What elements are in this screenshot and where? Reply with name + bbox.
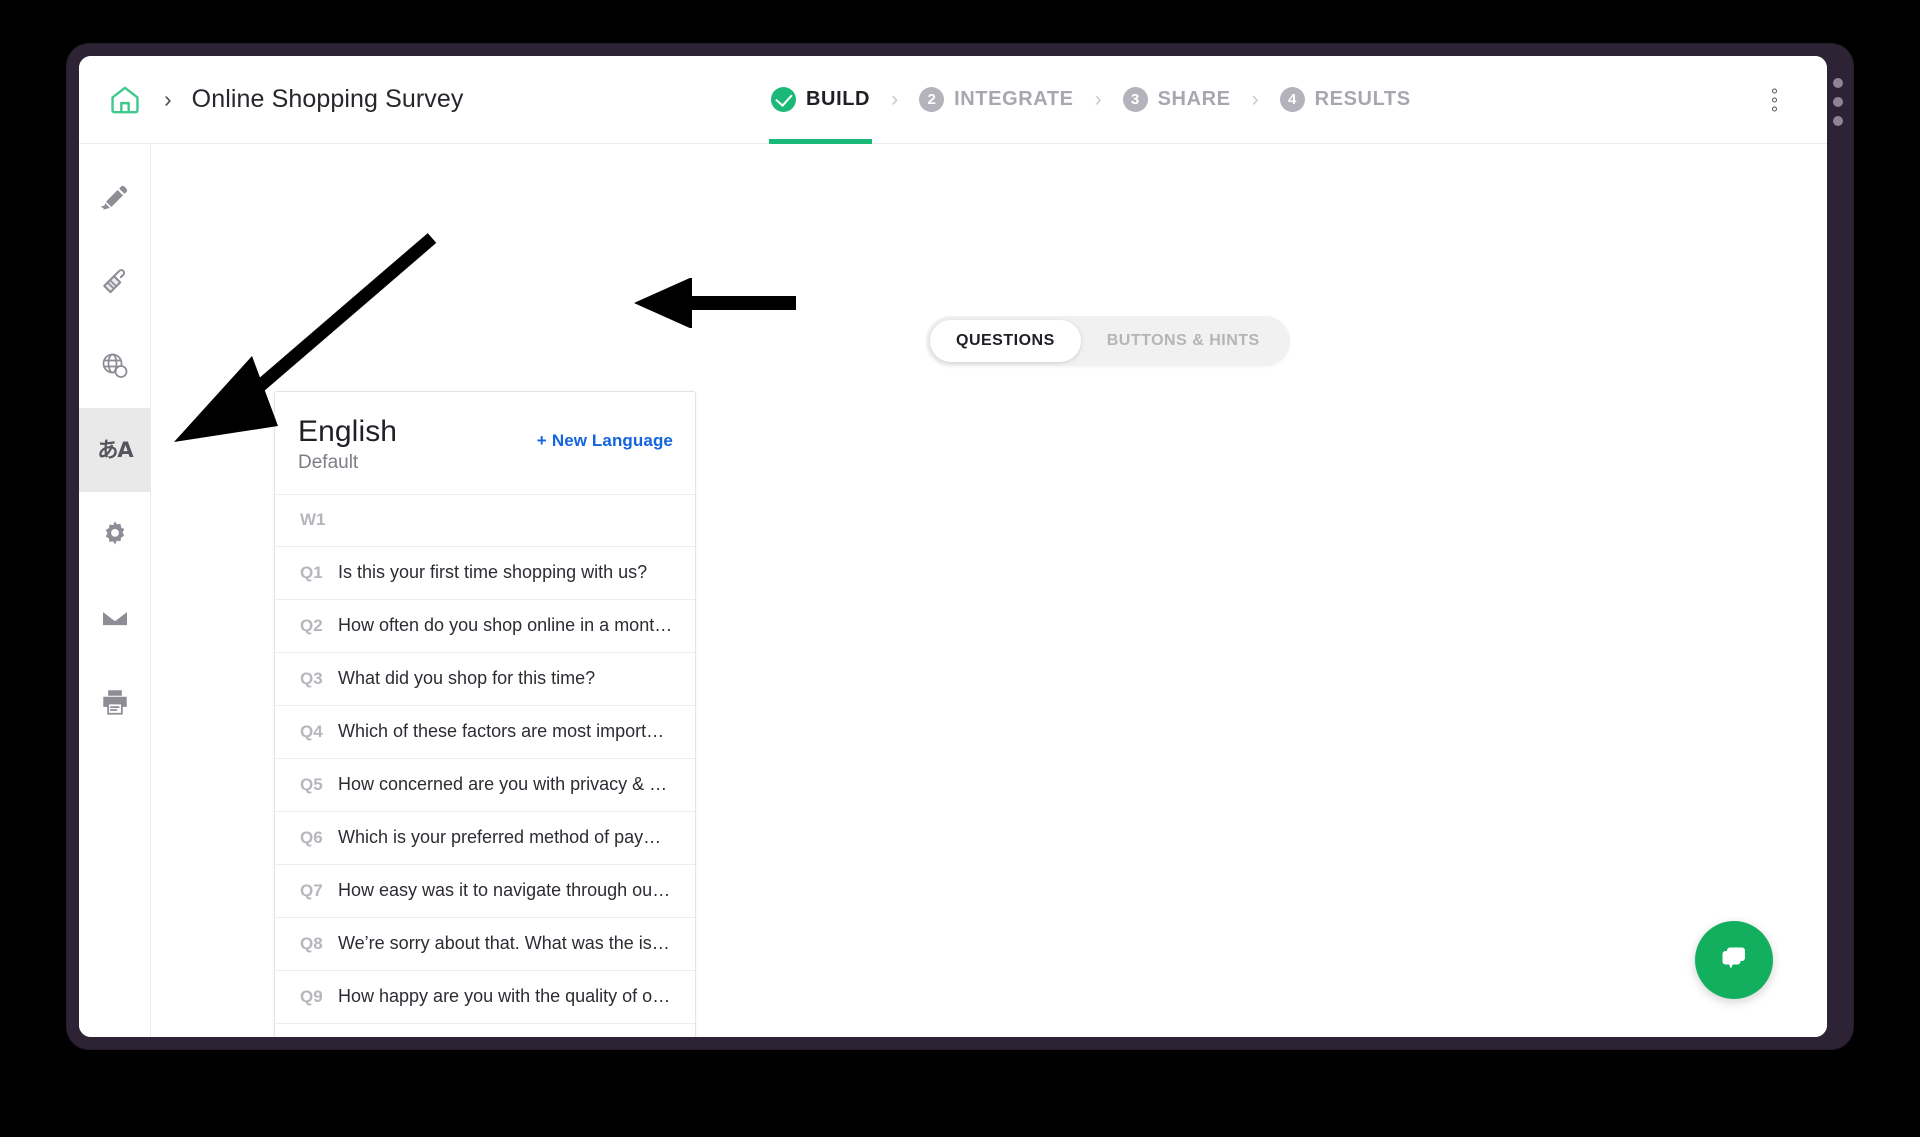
sidebar-item-print[interactable] [79, 660, 151, 744]
step-integrate-label: INTEGRATE [954, 88, 1074, 110]
frame-side-dots [1831, 78, 1845, 126]
step-results[interactable]: 4 RESULTS [1278, 56, 1413, 144]
list-item[interactable]: Q4 Which of these factors are most impor… [275, 706, 695, 759]
sidebar-item-theme[interactable] [79, 240, 151, 324]
row-text: How concerned are you with privacy & sec… [338, 774, 673, 795]
row-code: Q1 [300, 562, 323, 582]
step-share[interactable]: 3 SHARE [1121, 56, 1233, 144]
body-area: あA QUESTIONS BUTTONS & HINTS English Def… [79, 144, 1827, 1037]
breadcrumb: › Online Shopping Survey [79, 83, 464, 117]
app-window: › Online Shopping Survey BUILD › 2 INTEG… [79, 56, 1827, 1037]
step-share-badge: 3 [1122, 87, 1148, 112]
main-content: QUESTIONS BUTTONS & HINTS English Defaul… [151, 144, 1827, 1037]
row-text: Is this your first time shopping with us… [338, 562, 648, 583]
list-item[interactable]: Q6 Which is your preferred method of pay… [275, 812, 695, 865]
row-text: How easy was it to navigate through our … [338, 880, 673, 901]
language-name: English [298, 415, 398, 448]
row-code: Q7 [300, 880, 323, 900]
step-separator: › [891, 88, 899, 111]
step-build[interactable]: BUILD [769, 56, 873, 144]
step-integrate[interactable]: 2 INTEGRATE [917, 56, 1075, 144]
row-text: How happy are you with the quality of ou… [338, 986, 673, 1007]
kebab-dot [1772, 106, 1777, 111]
kebab-dot [1772, 88, 1777, 93]
language-card-header: English Default + New Language [275, 392, 695, 495]
kebab-dot [1772, 97, 1777, 102]
gear-icon [100, 519, 130, 549]
row-code: Q3 [300, 668, 323, 688]
language-card: English Default +New Language W1 Q1 Is [274, 391, 696, 1037]
list-item[interactable]: Q2 How often do you shop online in a mon… [275, 600, 695, 653]
step-results-label: RESULTS [1314, 88, 1411, 110]
row-code: Q2 [300, 615, 323, 635]
list-item[interactable]: Q9 How happy are you with the quality of… [275, 971, 695, 1024]
list-item[interactable]: Q1 Is this your first time shopping with… [275, 547, 695, 600]
plus-icon: + [536, 431, 547, 450]
row-code: Q9 [300, 986, 323, 1006]
language-default-label: Default [298, 451, 359, 473]
top-bar: › Online Shopping Survey BUILD › 2 INTEG… [79, 56, 1827, 144]
sidebar-rail: あA [79, 144, 151, 1037]
chat-bubble-icon [1714, 938, 1754, 983]
sidebar-item-domain[interactable] [79, 324, 151, 408]
envelope-icon [100, 603, 130, 633]
sidebar-item-translate[interactable]: あA [79, 408, 151, 492]
step-share-label: SHARE [1157, 88, 1231, 110]
step-separator: › [1094, 88, 1102, 111]
step-build-label: BUILD [806, 88, 871, 110]
new-language-label: New Language [551, 431, 673, 450]
home-icon[interactable] [108, 83, 142, 117]
sidebar-item-settings[interactable] [79, 492, 151, 576]
globe-icon [100, 351, 130, 381]
translate-icon: あA [97, 437, 133, 462]
row-text: What did you shop for this time? [338, 668, 596, 689]
row-text: Which of these factors are most importan… [338, 721, 673, 742]
pencil-edit-icon [100, 183, 130, 213]
frame-dot [1833, 116, 1843, 126]
list-item[interactable]: Q5 How concerned are you with privacy & … [275, 759, 695, 812]
new-language-button[interactable]: + New Language [537, 431, 673, 451]
row-code: Q5 [300, 774, 323, 794]
frame-dot [1833, 78, 1843, 88]
row-code: Q6 [300, 827, 323, 847]
row-text: Which is your preferred method of paymen… [338, 827, 673, 848]
step-build-badge [771, 87, 796, 112]
row-text: How often do you shop online in a month? [338, 615, 673, 636]
view-toggle: QUESTIONS BUTTONS & HINTS [926, 316, 1290, 366]
list-item[interactable]: Q3 What did you shop for this time? [275, 653, 695, 706]
breadcrumb-separator: › [164, 86, 172, 112]
sidebar-item-email[interactable] [79, 576, 151, 660]
row-code: W1 [300, 510, 326, 530]
row-text: We’re sorry about that. What was the iss… [338, 933, 673, 954]
row-code: Q8 [300, 933, 323, 953]
language-name-block: English Default [298, 416, 397, 474]
device-frame: › Online Shopping Survey BUILD › 2 INTEG… [67, 44, 1853, 1049]
frame-dot [1833, 97, 1843, 107]
page-title: Online Shopping Survey [191, 85, 464, 113]
row-code: Q4 [300, 721, 323, 741]
list-item[interactable]: Q10 Almost there… How satisfied are you … [275, 1024, 695, 1037]
printer-icon [100, 687, 130, 717]
list-item[interactable]: Q7 How easy was it to navigate through o… [275, 865, 695, 918]
tab-questions[interactable]: QUESTIONS [930, 320, 1081, 362]
step-separator: › [1251, 88, 1259, 111]
paint-brush-icon [100, 267, 130, 297]
step-results-badge: 4 [1279, 87, 1305, 112]
list-item[interactable]: W1 [275, 495, 695, 547]
kebab-menu-icon[interactable] [1768, 84, 1781, 115]
chat-widget-button[interactable] [1695, 921, 1773, 999]
sidebar-item-edit[interactable] [79, 156, 151, 240]
step-navigation: BUILD › 2 INTEGRATE › 3 SHARE › 4 RESULT… [769, 56, 1413, 144]
step-integrate-badge: 2 [919, 87, 945, 112]
tab-buttons-hints[interactable]: BUTTONS & HINTS [1081, 320, 1286, 362]
list-item[interactable]: Q8 We’re sorry about that. What was the … [275, 918, 695, 971]
